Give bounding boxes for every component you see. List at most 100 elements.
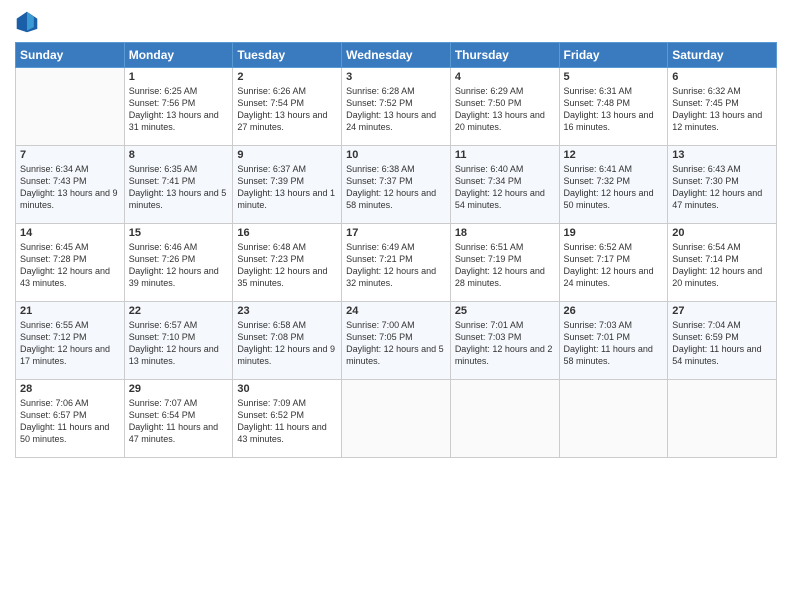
calendar-cell: 6 Sunrise: 6:32 AMSunset: 7:45 PMDaylight… <box>668 68 777 146</box>
cell-details: Sunrise: 6:26 AMSunset: 7:54 PMDaylight:… <box>237 85 337 134</box>
cell-details: Sunrise: 6:28 AMSunset: 7:52 PMDaylight:… <box>346 85 446 134</box>
day-number: 24 <box>346 305 446 317</box>
day-number: 5 <box>564 71 664 83</box>
cell-details: Sunrise: 6:32 AMSunset: 7:45 PMDaylight:… <box>672 85 772 134</box>
calendar-cell: 30 Sunrise: 7:09 AMSunset: 6:52 PMDayligh… <box>233 380 342 458</box>
calendar-week-0: 1 Sunrise: 6:25 AMSunset: 7:56 PMDaylight… <box>16 68 777 146</box>
logo-icon <box>15 10 39 34</box>
cell-details: Sunrise: 7:04 AMSunset: 6:59 PMDaylight:… <box>672 319 772 368</box>
calendar-cell: 4 Sunrise: 6:29 AMSunset: 7:50 PMDaylight… <box>450 68 559 146</box>
cell-details: Sunrise: 6:45 AMSunset: 7:28 PMDaylight:… <box>20 241 120 290</box>
day-number: 9 <box>237 149 337 161</box>
calendar-cell <box>450 380 559 458</box>
day-number: 14 <box>20 227 120 239</box>
day-number: 18 <box>455 227 555 239</box>
day-number: 13 <box>672 149 772 161</box>
calendar-cell: 15Sunrise: 6:46 AMSunset: 7:26 PMDayligh… <box>124 224 233 302</box>
weekday-header-friday: Friday <box>559 43 668 68</box>
calendar-week-1: 7 Sunrise: 6:34 AMSunset: 7:43 PMDaylight… <box>16 146 777 224</box>
cell-details: Sunrise: 7:09 AMSunset: 6:52 PMDaylight:… <box>237 397 337 446</box>
calendar-cell: 23 Sunrise: 6:58 AMSunset: 7:08 PMDayligh… <box>233 302 342 380</box>
cell-details: Sunrise: 6:25 AMSunset: 7:56 PMDaylight:… <box>129 85 229 134</box>
calendar-cell: 8 Sunrise: 6:35 AMSunset: 7:41 PMDaylight… <box>124 146 233 224</box>
calendar-cell: 13 Sunrise: 6:43 AMSunset: 7:30 PMDayligh… <box>668 146 777 224</box>
weekday-header-row: SundayMondayTuesdayWednesdayThursdayFrid… <box>16 43 777 68</box>
cell-details: Sunrise: 6:48 AMSunset: 7:23 PMDaylight:… <box>237 241 337 290</box>
day-number: 26 <box>564 305 664 317</box>
cell-details: Sunrise: 6:40 AMSunset: 7:34 PMDaylight:… <box>455 163 555 212</box>
calendar-cell: 28Sunrise: 7:06 AMSunset: 6:57 PMDayligh… <box>16 380 125 458</box>
page: SundayMondayTuesdayWednesdayThursdayFrid… <box>0 0 792 612</box>
cell-details: Sunrise: 6:51 AMSunset: 7:19 PMDaylight:… <box>455 241 555 290</box>
calendar-cell: 22 Sunrise: 6:57 AMSunset: 7:10 PMDayligh… <box>124 302 233 380</box>
calendar-cell: 7 Sunrise: 6:34 AMSunset: 7:43 PMDaylight… <box>16 146 125 224</box>
cell-details: Sunrise: 7:07 AMSunset: 6:54 PMDaylight:… <box>129 397 229 446</box>
calendar-cell <box>559 380 668 458</box>
cell-details: Sunrise: 6:49 AMSunset: 7:21 PMDaylight:… <box>346 241 446 290</box>
calendar-cell: 17 Sunrise: 6:49 AMSunset: 7:21 PMDayligh… <box>342 224 451 302</box>
cell-details: Sunrise: 7:01 AMSunset: 7:03 PMDaylight:… <box>455 319 555 368</box>
day-number: 30 <box>237 383 337 395</box>
cell-details: Sunrise: 6:29 AMSunset: 7:50 PMDaylight:… <box>455 85 555 134</box>
weekday-header-monday: Monday <box>124 43 233 68</box>
cell-details: Sunrise: 6:35 AMSunset: 7:41 PMDaylight:… <box>129 163 229 212</box>
day-number: 3 <box>346 71 446 83</box>
day-number: 1 <box>129 71 229 83</box>
day-number: 4 <box>455 71 555 83</box>
calendar-cell <box>16 68 125 146</box>
calendar-cell: 5 Sunrise: 6:31 AMSunset: 7:48 PMDaylight… <box>559 68 668 146</box>
calendar-cell <box>342 380 451 458</box>
calendar-cell: 2 Sunrise: 6:26 AMSunset: 7:54 PMDaylight… <box>233 68 342 146</box>
day-number: 22 <box>129 305 229 317</box>
weekday-header-sunday: Sunday <box>16 43 125 68</box>
cell-details: Sunrise: 6:34 AMSunset: 7:43 PMDaylight:… <box>20 163 120 212</box>
calendar-cell: 19 Sunrise: 6:52 AMSunset: 7:17 PMDayligh… <box>559 224 668 302</box>
day-number: 7 <box>20 149 120 161</box>
weekday-header-saturday: Saturday <box>668 43 777 68</box>
day-number: 21 <box>20 305 120 317</box>
calendar-cell: 11 Sunrise: 6:40 AMSunset: 7:34 PMDayligh… <box>450 146 559 224</box>
calendar-cell: 3 Sunrise: 6:28 AMSunset: 7:52 PMDaylight… <box>342 68 451 146</box>
calendar-week-2: 14 Sunrise: 6:45 AMSunset: 7:28 PMDayligh… <box>16 224 777 302</box>
calendar-cell: 27Sunrise: 7:04 AMSunset: 6:59 PMDayligh… <box>668 302 777 380</box>
day-number: 2 <box>237 71 337 83</box>
cell-details: Sunrise: 6:58 AMSunset: 7:08 PMDaylight:… <box>237 319 337 368</box>
day-number: 23 <box>237 305 337 317</box>
cell-details: Sunrise: 6:38 AMSunset: 7:37 PMDaylight:… <box>346 163 446 212</box>
calendar-table: SundayMondayTuesdayWednesdayThursdayFrid… <box>15 42 777 458</box>
calendar-cell: 24 Sunrise: 7:00 AMSunset: 7:05 PMDayligh… <box>342 302 451 380</box>
day-number: 20 <box>672 227 772 239</box>
cell-details: Sunrise: 6:54 AMSunset: 7:14 PMDaylight:… <box>672 241 772 290</box>
day-number: 17 <box>346 227 446 239</box>
day-number: 28 <box>20 383 120 395</box>
cell-details: Sunrise: 6:31 AMSunset: 7:48 PMDaylight:… <box>564 85 664 134</box>
weekday-header-tuesday: Tuesday <box>233 43 342 68</box>
cell-details: Sunrise: 6:41 AMSunset: 7:32 PMDaylight:… <box>564 163 664 212</box>
cell-details: Sunrise: 6:52 AMSunset: 7:17 PMDaylight:… <box>564 241 664 290</box>
calendar-cell: 29 Sunrise: 7:07 AMSunset: 6:54 PMDayligh… <box>124 380 233 458</box>
cell-details: Sunrise: 7:03 AMSunset: 7:01 PMDaylight:… <box>564 319 664 368</box>
day-number: 19 <box>564 227 664 239</box>
calendar-week-4: 28Sunrise: 7:06 AMSunset: 6:57 PMDayligh… <box>16 380 777 458</box>
calendar-cell: 14 Sunrise: 6:45 AMSunset: 7:28 PMDayligh… <box>16 224 125 302</box>
calendar-cell: 12Sunrise: 6:41 AMSunset: 7:32 PMDayligh… <box>559 146 668 224</box>
cell-details: Sunrise: 6:43 AMSunset: 7:30 PMDaylight:… <box>672 163 772 212</box>
calendar-cell: 10Sunrise: 6:38 AMSunset: 7:37 PMDayligh… <box>342 146 451 224</box>
calendar-cell: 16Sunrise: 6:48 AMSunset: 7:23 PMDayligh… <box>233 224 342 302</box>
cell-details: Sunrise: 6:46 AMSunset: 7:26 PMDaylight:… <box>129 241 229 290</box>
day-number: 29 <box>129 383 229 395</box>
calendar-cell: 20 Sunrise: 6:54 AMSunset: 7:14 PMDayligh… <box>668 224 777 302</box>
cell-details: Sunrise: 7:00 AMSunset: 7:05 PMDaylight:… <box>346 319 446 368</box>
weekday-header-thursday: Thursday <box>450 43 559 68</box>
day-number: 25 <box>455 305 555 317</box>
calendar-cell: 26 Sunrise: 7:03 AMSunset: 7:01 PMDayligh… <box>559 302 668 380</box>
logo <box>15 10 43 34</box>
day-number: 11 <box>455 149 555 161</box>
cell-details: Sunrise: 6:57 AMSunset: 7:10 PMDaylight:… <box>129 319 229 368</box>
calendar-cell <box>668 380 777 458</box>
day-number: 8 <box>129 149 229 161</box>
calendar-cell: 25 Sunrise: 7:01 AMSunset: 7:03 PMDayligh… <box>450 302 559 380</box>
calendar-cell: 21Sunrise: 6:55 AMSunset: 7:12 PMDayligh… <box>16 302 125 380</box>
calendar-week-3: 21Sunrise: 6:55 AMSunset: 7:12 PMDayligh… <box>16 302 777 380</box>
day-number: 6 <box>672 71 772 83</box>
